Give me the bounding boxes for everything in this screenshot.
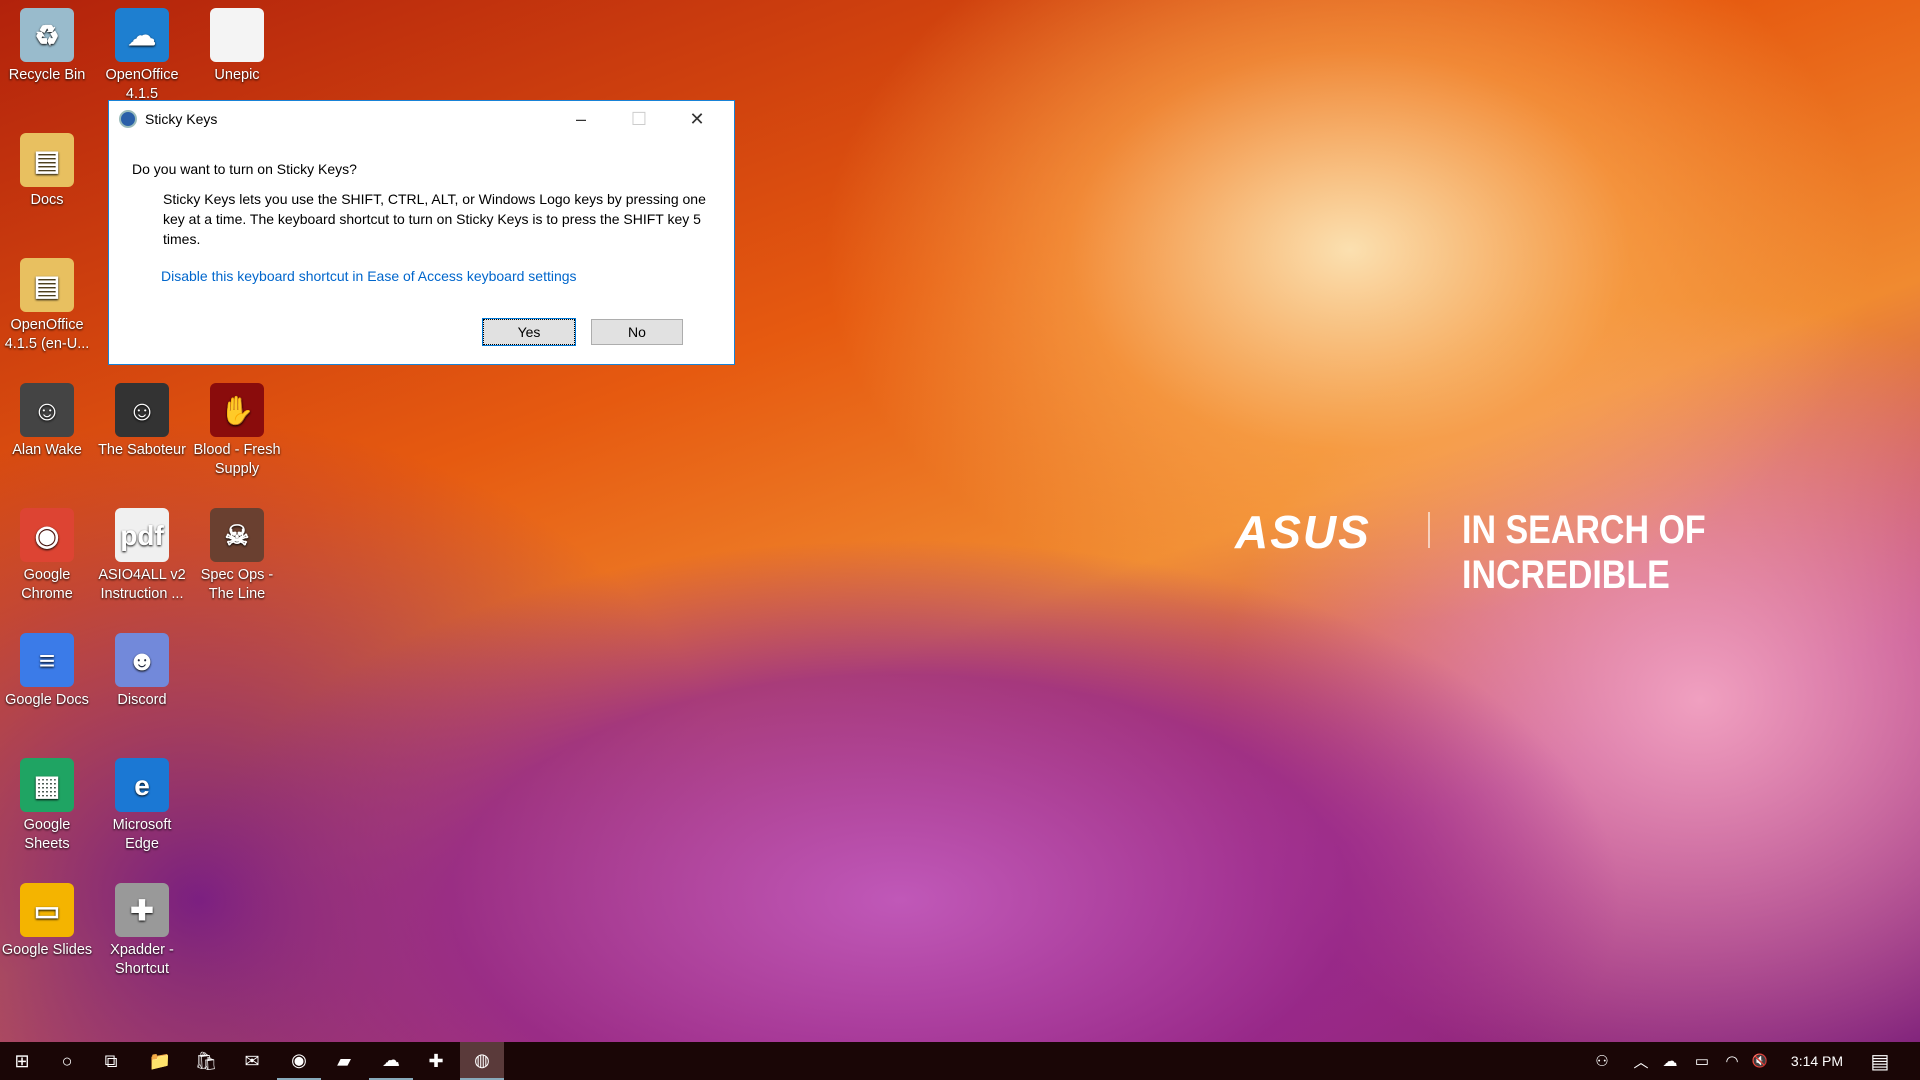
desktop-icon-label: Google Docs [5,692,89,708]
show-hidden-icons-chevron[interactable]: ︿ [1628,1042,1654,1080]
desktop-icon-label: Google Slides [1,942,93,958]
wallpaper-logo: ASUS [1235,506,1371,558]
desktop-icon-label: Alan Wake [12,442,82,458]
desktop-icon-label: Microsoft Edge [112,817,172,852]
desktop-icon-label: The Saboteur [98,442,186,458]
desktop-icon[interactable]: ▦ Google Sheets [1,758,93,854]
app-icon: ▦ [20,758,74,812]
desktop-icon-label: Docs [30,192,64,208]
clock[interactable]: 3:14 PM [1785,1042,1849,1080]
app-icon [210,8,264,62]
desktop-icon[interactable]: ♻ Recycle Bin [1,8,93,85]
no-button[interactable]: No [591,319,683,345]
wifi-icon[interactable]: ◠ [1718,1042,1746,1080]
taskbar-xpadder-icon[interactable]: ✚ [414,1042,458,1080]
taskbar-app-icon[interactable]: ▰ [322,1042,366,1080]
app-icon: ▤ [20,258,74,312]
desktop-icon[interactable]: pdf ASIO4ALL v2 Instruction ... [96,508,188,604]
app-icon: ☺ [20,383,74,437]
app-icon: ▭ [20,883,74,937]
desktop-icon[interactable]: ◉ Google Chrome [1,508,93,604]
dialog-question: Do you want to turn on Sticky Keys? [132,161,357,177]
desktop-icon[interactable]: ▭ Google Slides [1,883,93,960]
taskbar-file-explorer-icon[interactable]: 📁 [138,1042,182,1080]
desktop-icon[interactable]: ☺ Alan Wake [1,383,93,460]
desktop-icon-label: OpenOffice 4.1.5 [105,67,179,102]
taskbar-start-icon[interactable]: ⊞ [0,1042,44,1080]
desktop-icon[interactable]: Unepic [191,8,283,85]
wallpaper-divider [1428,512,1430,548]
app-icon: ☁ [115,8,169,62]
desktop-icon-label: Recycle Bin [8,67,86,83]
taskbar-task-view-icon[interactable]: ⧉ [89,1042,133,1080]
app-icon: ✚ [115,883,169,937]
desktop-icon[interactable]: ▤ Docs [1,133,93,210]
app-icon: ☺ [115,383,169,437]
desktop-icon-label: Discord [117,692,167,708]
desktop-icon-label: Spec Ops - The Line [200,567,274,602]
app-icon: ☠ [210,508,264,562]
taskbar-sticky-keys-icon[interactable]: ◍ [460,1042,504,1080]
app-icon: ✋ [210,383,264,437]
dialog-description: Sticky Keys lets you use the SHIFT, CTRL… [163,191,706,247]
taskbar-search-icon[interactable]: ○ [45,1042,89,1080]
desktop-icon-label: Google Sheets [23,817,71,852]
sticky-keys-dialog: Sticky Keys – ☐ ✕ Do you want to turn on… [108,100,735,365]
app-icon: e [115,758,169,812]
taskbar-store-icon[interactable]: 🛍 [184,1042,228,1080]
desktop-icon-label: ASIO4ALL v2 Instruction ... [98,567,186,602]
desktop-icon[interactable]: ≡ Google Docs [1,633,93,710]
desktop-icon[interactable]: ✚ Xpadder - Shortcut [96,883,188,979]
desktop-icon[interactable]: ☺ The Saboteur [96,383,188,460]
volume-muted-icon[interactable]: 🔇 [1746,1042,1774,1080]
yes-button[interactable]: Yes [482,318,576,346]
minimize-button[interactable]: – [552,101,610,137]
desktop-icon-label: Blood - Fresh Supply [193,442,281,477]
dialog-title: Sticky Keys [145,111,218,127]
desktop-icon-label: Unepic [214,67,260,83]
action-center-icon[interactable]: ▤ [1862,1042,1898,1080]
desktop-icon[interactable]: e Microsoft Edge [96,758,188,854]
taskbar: ⊞ ○ ⧉ 📁 🛍 ✉ ◉ ▰ ☁ ✚ ◍ ⚇ ︿ ☁ ▭ ◠ 🔇 3:14 PM ▤ [0,1042,1920,1080]
battery-icon[interactable]: ▭ [1688,1042,1716,1080]
desktop-icon-label: Xpadder - Shortcut [110,942,174,977]
desktop-icon-label: Google Chrome [21,567,73,602]
close-button[interactable]: ✕ [668,101,726,137]
app-icon: pdf [115,508,169,562]
desktop-icon-label: OpenOffice 4.1.5 (en-U... [4,317,90,352]
app-icon: ◉ [20,508,74,562]
app-icon: ≡ [20,633,74,687]
app-icon: ☻ [115,633,169,687]
taskbar-openoffice-icon[interactable]: ☁ [369,1042,413,1080]
people-icon[interactable]: ⚇ [1588,1042,1616,1080]
desktop-icon[interactable]: ✋ Blood - Fresh Supply [191,383,283,479]
ease-of-access-settings-link[interactable]: Disable this keyboard shortcut in Ease o… [161,268,577,284]
onedrive-icon[interactable]: ☁ [1656,1042,1684,1080]
app-icon: ♻ [20,8,74,62]
maximize-button: ☐ [630,108,648,129]
taskbar-chrome-icon[interactable]: ◉ [277,1042,321,1080]
desktop-icon[interactable]: ▤ OpenOffice 4.1.5 (en-U... [1,258,93,354]
desktop-icon[interactable]: ☁ OpenOffice 4.1.5 [96,8,188,104]
taskbar-mail-icon[interactable]: ✉ [230,1042,274,1080]
ease-of-access-icon [119,110,137,128]
desktop-icon[interactable]: ☻ Discord [96,633,188,710]
app-icon: ▤ [20,133,74,187]
desktop-icon[interactable]: ☠ Spec Ops - The Line [191,508,283,604]
wallpaper-tagline: IN SEARCH OF INCREDIBLE [1462,508,1706,597]
